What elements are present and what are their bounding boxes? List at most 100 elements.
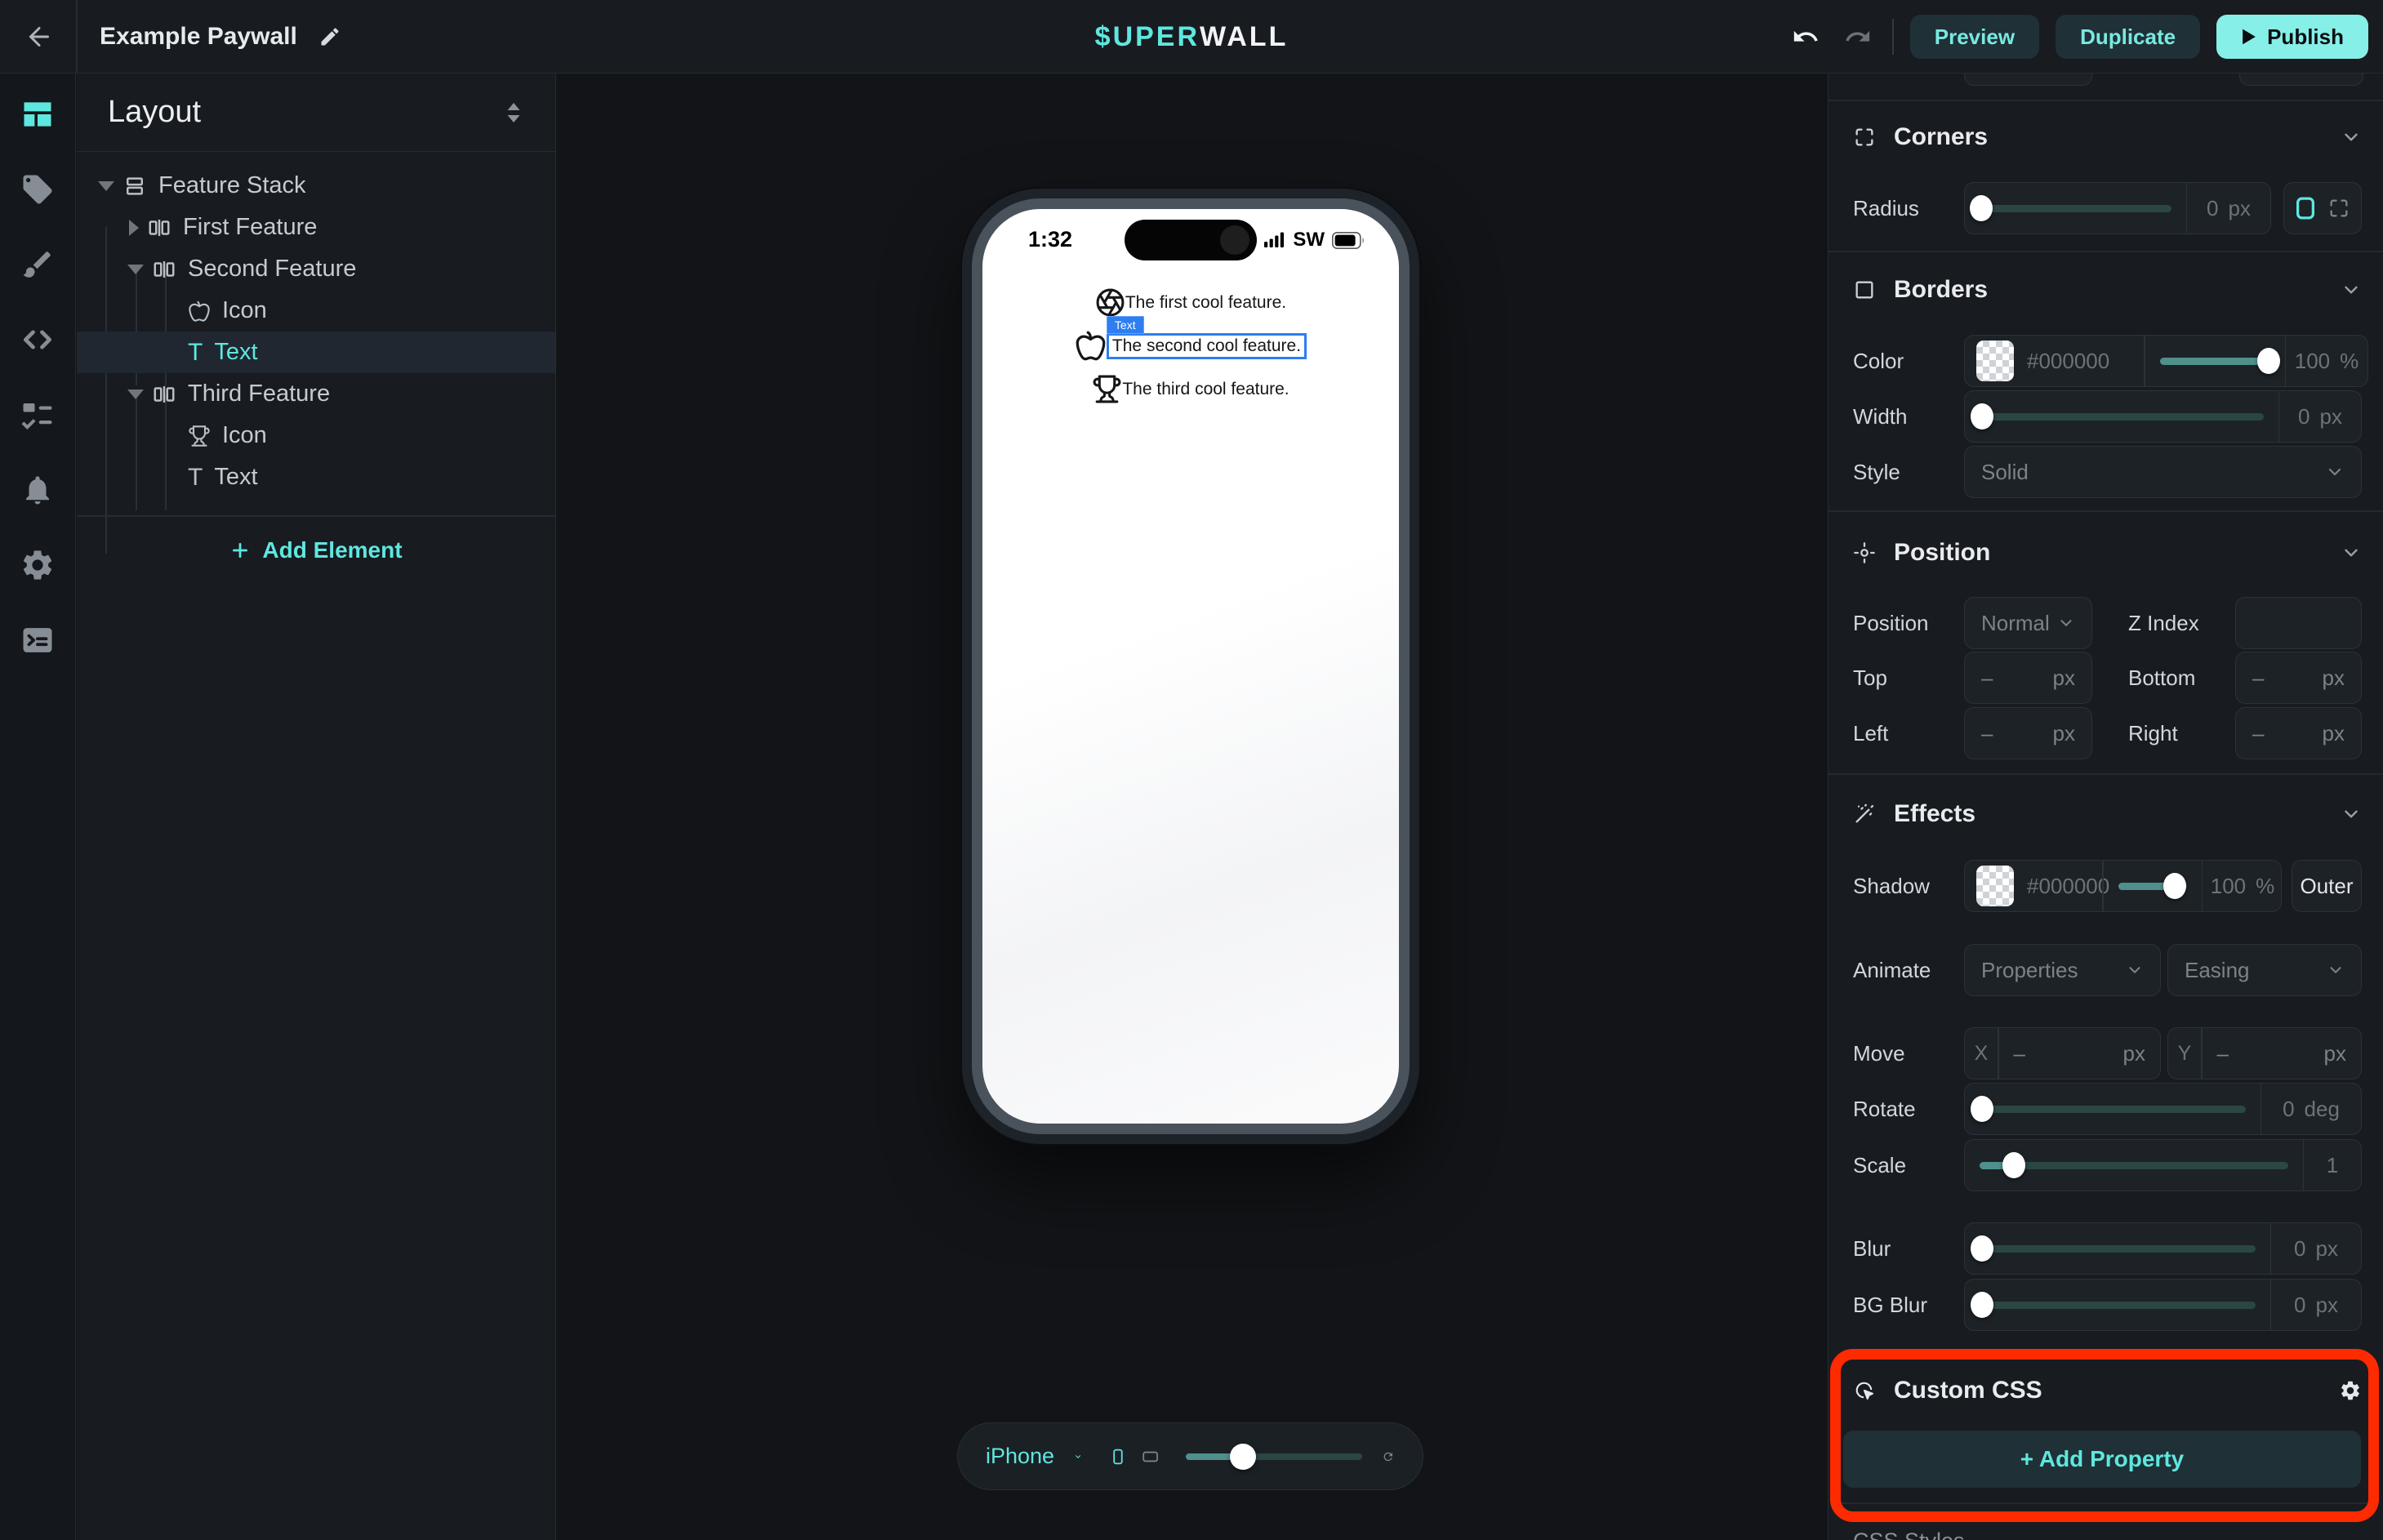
tree-row-third-feature[interactable]: Third Feature xyxy=(77,373,555,415)
caret-right-icon[interactable] xyxy=(129,220,139,236)
radius-slider[interactable] xyxy=(1965,183,2186,234)
zoom-slider-knob[interactable] xyxy=(1230,1444,1256,1470)
tree-row-third-text[interactable]: T Text xyxy=(77,456,555,498)
bg-blur-value[interactable]: 0 xyxy=(2294,1293,2305,1318)
animate-easing-select[interactable]: Easing xyxy=(2167,944,2362,996)
editor-canvas[interactable]: 1:32 SW The first cool feature. xyxy=(556,73,1828,1540)
caret-down-icon[interactable] xyxy=(127,389,144,399)
back-button[interactable] xyxy=(21,19,57,55)
position-section-header[interactable]: Position xyxy=(1853,535,2362,571)
selected-text-element[interactable]: Text The second cool feature. xyxy=(1107,333,1307,359)
scale-value[interactable]: 1 xyxy=(2327,1153,2338,1178)
blur-knob[interactable] xyxy=(1971,1235,1993,1262)
border-color-hex[interactable]: #000000 xyxy=(2027,349,2109,374)
chevron-down-icon[interactable] xyxy=(2341,542,2362,563)
rotate-value[interactable]: 0 xyxy=(2283,1097,2294,1122)
custom-css-section-header[interactable]: Custom CSS xyxy=(1853,1373,2362,1409)
color-swatch[interactable] xyxy=(1976,866,2014,906)
border-opacity-value[interactable]: 100 xyxy=(2295,349,2330,374)
landscape-orientation-icon[interactable] xyxy=(1143,1444,1158,1469)
blur-value[interactable]: 0 xyxy=(2294,1236,2305,1262)
tree-row-second-icon[interactable]: Icon xyxy=(77,290,555,332)
preview-button[interactable]: Preview xyxy=(1910,15,2039,59)
redo-button[interactable] xyxy=(1840,19,1876,55)
shadow-color-hex[interactable]: #000000 xyxy=(2027,874,2109,899)
shadow-opacity-knob[interactable] xyxy=(2163,873,2186,899)
feature-row-second[interactable]: Text The second cool feature. xyxy=(1075,330,1307,362)
z-index-input[interactable] xyxy=(2235,597,2362,649)
position-mode-select[interactable]: Normal xyxy=(1964,597,2092,649)
animate-properties-select[interactable]: Properties xyxy=(1964,944,2161,996)
chevron-down-icon[interactable] xyxy=(1074,1448,1082,1466)
border-style-select[interactable]: Solid xyxy=(1964,446,2362,498)
rail-item-notifications[interactable] xyxy=(18,470,57,510)
right-input[interactable]: – px xyxy=(2235,707,2362,759)
shadow-opacity-value[interactable]: 100 xyxy=(2211,874,2246,899)
rail-item-variables[interactable] xyxy=(18,395,57,434)
tree-row-first-feature[interactable]: First Feature xyxy=(77,207,555,248)
top-input[interactable]: – px xyxy=(1964,652,2092,704)
portrait-orientation-icon[interactable] xyxy=(1113,1440,1123,1473)
canvas-zoom-slider[interactable] xyxy=(1186,1440,1362,1473)
feature-row-third[interactable]: The third cool feature. xyxy=(1092,374,1289,404)
tree-row-third-icon[interactable]: Icon xyxy=(77,415,555,456)
bg-blur-knob[interactable] xyxy=(1971,1292,1993,1318)
move-y-input[interactable]: Y – px xyxy=(2167,1027,2362,1079)
border-width-knob[interactable] xyxy=(1971,403,1993,430)
rotate-knob[interactable] xyxy=(1971,1096,1993,1122)
move-x-input[interactable]: X – px xyxy=(1964,1027,2161,1079)
effects-section-header[interactable]: Effects xyxy=(1853,796,2362,832)
uniform-radius-icon[interactable] xyxy=(2295,196,2316,220)
duplicate-button[interactable]: Duplicate xyxy=(2056,15,2200,59)
border-opacity-slider[interactable] xyxy=(2145,336,2285,386)
shadow-opacity-slider[interactable] xyxy=(2104,861,2202,911)
border-opacity-knob[interactable] xyxy=(2257,348,2280,374)
blur-slider[interactable] xyxy=(1965,1223,2270,1274)
feature-row-first[interactable]: The first cool feature. xyxy=(1095,287,1286,318)
caret-down-icon[interactable] xyxy=(127,265,144,274)
publish-button[interactable]: Publish xyxy=(2216,15,2368,59)
rail-item-settings[interactable] xyxy=(18,545,57,585)
device-selector-label[interactable]: iPhone xyxy=(986,1444,1054,1469)
rail-item-products[interactable] xyxy=(18,170,57,209)
shadow-mode-button[interactable]: Outer xyxy=(2292,860,2362,912)
bottom-input[interactable]: – px xyxy=(2235,652,2362,704)
tree-row-second-feature[interactable]: Second Feature xyxy=(77,248,555,290)
caret-down-icon[interactable] xyxy=(98,181,114,191)
add-property-button[interactable]: + Add Property xyxy=(1843,1431,2361,1488)
rail-item-layout[interactable] xyxy=(18,95,57,134)
add-element-button[interactable]: Add Element xyxy=(77,527,555,573)
chevron-down-icon[interactable] xyxy=(2341,127,2362,148)
per-corner-radius-icon[interactable] xyxy=(2327,197,2350,220)
corners-section-header[interactable]: Corners xyxy=(1853,119,2362,155)
border-width-slider[interactable] xyxy=(1965,391,2278,442)
rotate-slider[interactable] xyxy=(1965,1084,2261,1134)
scale-slider[interactable] xyxy=(1965,1140,2303,1191)
chevron-down-icon[interactable] xyxy=(2341,803,2362,825)
radius-value[interactable]: 0 xyxy=(2207,196,2218,221)
bg-blur-slider[interactable] xyxy=(1965,1280,2270,1330)
shadow-color-picker[interactable]: #000000 xyxy=(1965,866,2102,906)
feature-text[interactable]: The first cool feature. xyxy=(1125,293,1286,313)
edit-pencil-icon[interactable] xyxy=(318,25,341,48)
chevron-down-icon[interactable] xyxy=(2341,279,2362,300)
feature-text[interactable]: The third cool feature. xyxy=(1122,380,1289,399)
border-color-picker[interactable]: #000000 xyxy=(1965,340,2144,381)
rail-item-developer[interactable] xyxy=(18,621,57,660)
border-width-value[interactable]: 0 xyxy=(2298,404,2310,430)
rail-item-code[interactable] xyxy=(18,320,57,359)
tree-row-second-text[interactable]: T Text xyxy=(77,332,555,373)
refresh-icon[interactable] xyxy=(1382,1443,1395,1471)
undo-button[interactable] xyxy=(1788,19,1824,55)
tree-row-feature-stack[interactable]: Feature Stack xyxy=(77,165,555,207)
left-input[interactable]: – px xyxy=(1964,707,2092,759)
radius-slider-knob[interactable] xyxy=(1970,195,1993,221)
color-swatch[interactable] xyxy=(1976,340,2014,381)
rail-item-theme[interactable] xyxy=(18,245,57,284)
iphone-screen[interactable]: 1:32 SW The first cool feature. xyxy=(972,198,1410,1134)
borders-section-header[interactable]: Borders xyxy=(1853,272,2362,308)
sort-icon[interactable] xyxy=(503,100,524,125)
gear-icon[interactable] xyxy=(2339,1379,2362,1402)
scale-knob[interactable] xyxy=(2002,1152,2025,1178)
feature-text[interactable]: The second cool feature. xyxy=(1112,336,1301,355)
